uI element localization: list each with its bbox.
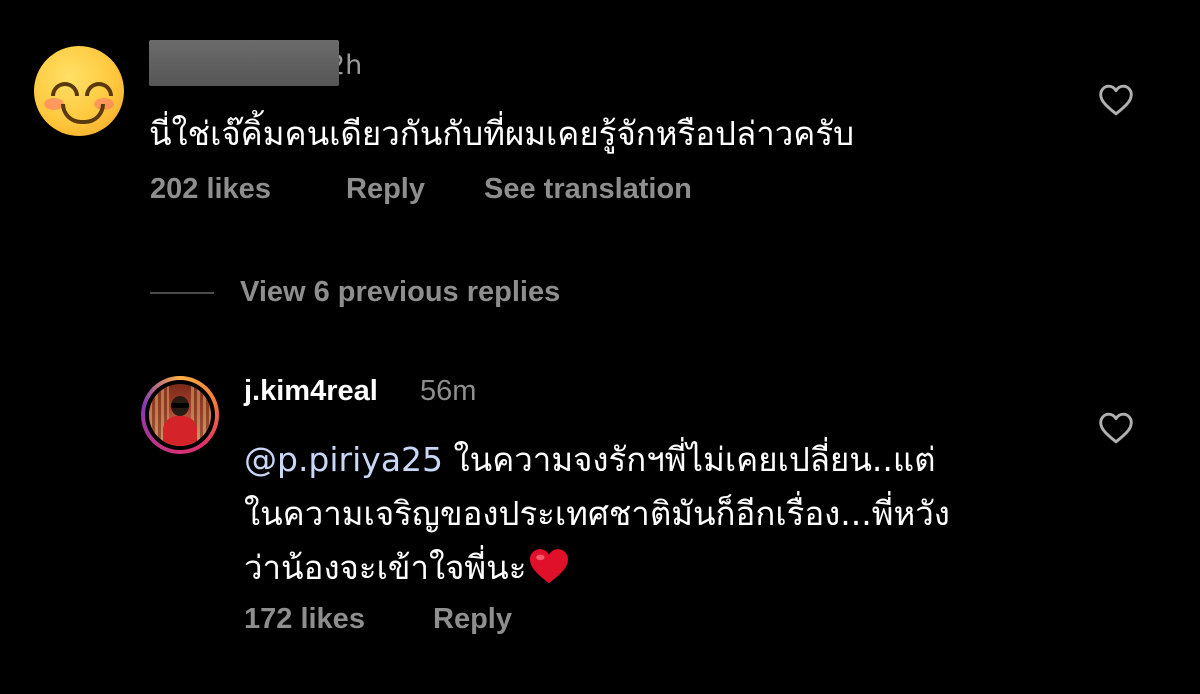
comment2-text: @p.piriya25 ในความจงรักฯพี่ไม่เคยเปลี่ยน… bbox=[244, 433, 1064, 595]
avatar-mouth bbox=[61, 104, 105, 124]
comment2-text-line3: ว่าน้องจะเข้าใจพี่นะ bbox=[244, 541, 1064, 595]
comments-thread: 2h นี่ใช่เจ๊คิ้มคนเดียวกันกับที่ผมเคยรู้… bbox=[0, 0, 1200, 694]
comment1-see-translation-button[interactable]: See translation bbox=[484, 173, 692, 206]
view-replies-divider bbox=[150, 292, 214, 294]
comment2-mention-link[interactable]: @p.piriya25 bbox=[244, 440, 443, 479]
avatar-eye-left bbox=[51, 82, 79, 96]
red-heart-emoji-icon bbox=[530, 549, 569, 584]
comment1-text: นี่ใช่เจ๊คิ้มคนเดียวกันกับที่ผมเคยรู้จัก… bbox=[149, 114, 855, 153]
comment1-likes-count[interactable]: 202 likes bbox=[150, 173, 271, 206]
comment2-username[interactable]: j.kim4real bbox=[244, 375, 378, 408]
avatar-ring-gap bbox=[145, 380, 215, 450]
reply-avatar-story-ring[interactable] bbox=[141, 376, 219, 454]
comment2-likes-count[interactable]: 172 likes bbox=[244, 603, 365, 636]
comment2-text-line3-body: ว่าน้องจะเข้าใจพี่นะ bbox=[244, 548, 527, 587]
comment2-text-line1: @p.piriya25 ในความจงรักฯพี่ไม่เคยเปลี่ยน… bbox=[244, 433, 1064, 487]
commenter-avatar-smiling-face-icon[interactable] bbox=[34, 46, 124, 136]
avatar-eye-right bbox=[85, 82, 113, 96]
comment2-timestamp: 56m bbox=[420, 375, 477, 407]
comment1-like-heart-icon[interactable] bbox=[1098, 84, 1134, 116]
comment2-text-line1-body: ในความจงรักฯพี่ไม่เคยเปลี่ยน..แต่ bbox=[443, 440, 936, 479]
avatar-person-body bbox=[163, 416, 197, 446]
comment2-like-heart-icon[interactable] bbox=[1098, 412, 1134, 444]
avatar-sunglasses bbox=[171, 403, 189, 408]
comment2-text-line2: ในความเจริญของประเทศชาติมันก็อีกเรื่อง..… bbox=[244, 494, 950, 533]
view-previous-replies-button[interactable]: View 6 previous replies bbox=[240, 276, 560, 309]
comment2-reply-button[interactable]: Reply bbox=[433, 603, 512, 636]
comment1-username-redacted[interactable] bbox=[149, 40, 339, 86]
comment1-reply-button[interactable]: Reply bbox=[346, 173, 425, 206]
reply-avatar-photo bbox=[149, 384, 211, 446]
